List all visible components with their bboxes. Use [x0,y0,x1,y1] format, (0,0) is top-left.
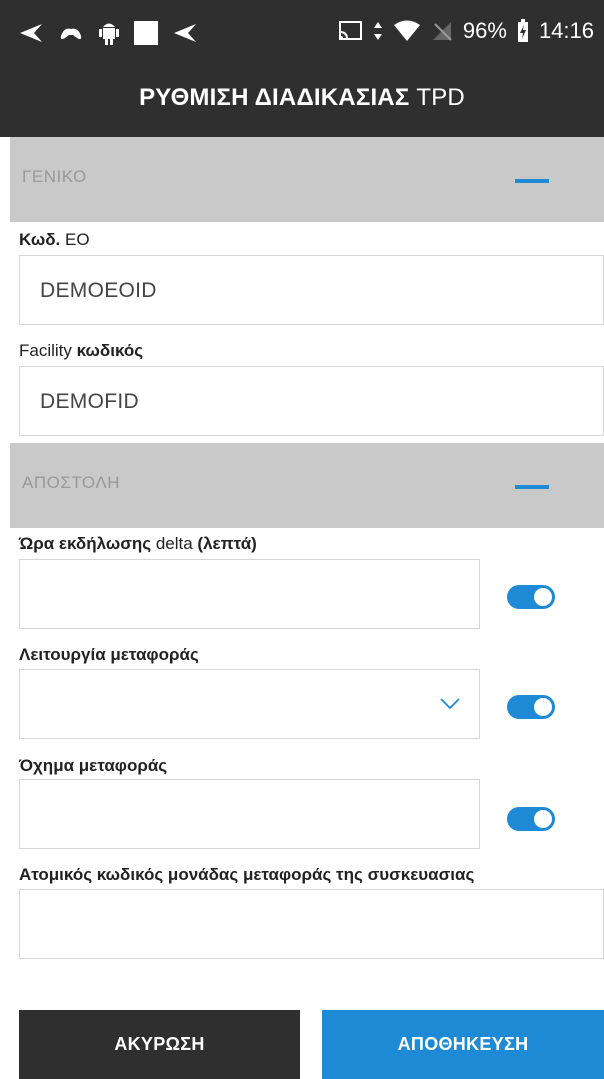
square-icon [134,21,158,45]
facility-code-label-regular: Facility [19,341,72,360]
event-time-delta-toggle[interactable] [507,585,555,609]
cancel-button[interactable]: ΑΚΥΡΩΣΗ [19,1010,300,1079]
wifi-icon [393,20,420,41]
section-shipment-label: ΑΠΟΣΤΟΛΗ [22,473,120,492]
event-time-delta-label-bold: Ώρα εκδήλωσης [19,534,152,553]
facility-code-label-bold: κωδικός [76,341,144,360]
facility-code-label: Facility κωδικός [19,341,143,361]
transport-mode-toggle[interactable] [507,695,555,719]
toggle-knob [534,698,552,716]
app-header: 96% 14:16 ΡΥΘΜΙΣΗ ΔΙΑΔΙΚΑΣΙΑΣ TPD [0,0,604,137]
toggle-knob [534,810,552,828]
eo-code-label: Κωδ. EO [19,230,90,250]
cast-icon [338,21,362,40]
event-time-delta-label-unit: (λεπτά) [197,534,257,553]
eo-code-input[interactable]: DEMOEOID [19,255,604,325]
page-title-regular: TPD [416,84,465,111]
unit-identifier-label: Ατομικός κωδικός μονάδας μεταφοράς της σ… [19,865,475,884]
no-signal-icon [432,22,452,41]
page-title-bold: ΡΥΘΜΙΣΗ ΔΙΑΔΙΚΑΣΙΑΣ [139,84,410,111]
eo-code-label-bold: Κωδ. [19,230,61,249]
transport-vehicle-input[interactable] [19,779,480,849]
send-icon [20,24,42,42]
collapse-icon[interactable] [515,485,549,489]
game-controller-icon [60,28,82,40]
facility-code-input[interactable]: DEMOFID [19,366,604,436]
system-status: 96% 14:16 [337,18,594,44]
clock: 14:16 [538,18,594,43]
status-bar: 96% 14:16 [0,0,604,70]
eo-code-label-regular: EO [65,230,90,249]
chevron-down-icon[interactable] [439,692,461,714]
transport-mode-select[interactable] [19,669,480,739]
unit-identifier-input[interactable] [19,889,604,959]
battery-charging-icon [517,19,528,42]
notification-icons [18,20,198,46]
transport-vehicle-toggle[interactable] [507,807,555,831]
page-title: ΡΥΘΜΙΣΗ ΔΙΑΔΙΚΑΣΙΑΣ TPD [0,84,604,112]
collapse-icon[interactable] [515,179,549,183]
android-icon [99,23,119,45]
toggle-knob [534,588,552,606]
section-general-header[interactable]: ΓΕΝΙΚΟ [10,137,604,222]
transport-mode-label: Λειτουργία μεταφοράς [19,645,199,664]
event-time-delta-label-regular: delta [155,534,193,553]
section-general-label: ΓΕΝΙΚΟ [22,167,87,186]
data-arrows-icon [373,22,382,40]
event-time-delta-label: Ώρα εκδήλωσης delta (λεπτά) [19,534,257,554]
transport-vehicle-label: Όχημα μεταφοράς [19,756,168,775]
event-time-delta-input[interactable] [19,559,480,629]
battery-percent: 96% [462,18,507,43]
send-icon-2 [174,24,196,42]
save-button[interactable]: ΑΠΟΘΗΚΕΥΣΗ [322,1010,604,1079]
section-shipment-header[interactable]: ΑΠΟΣΤΟΛΗ [10,443,604,528]
